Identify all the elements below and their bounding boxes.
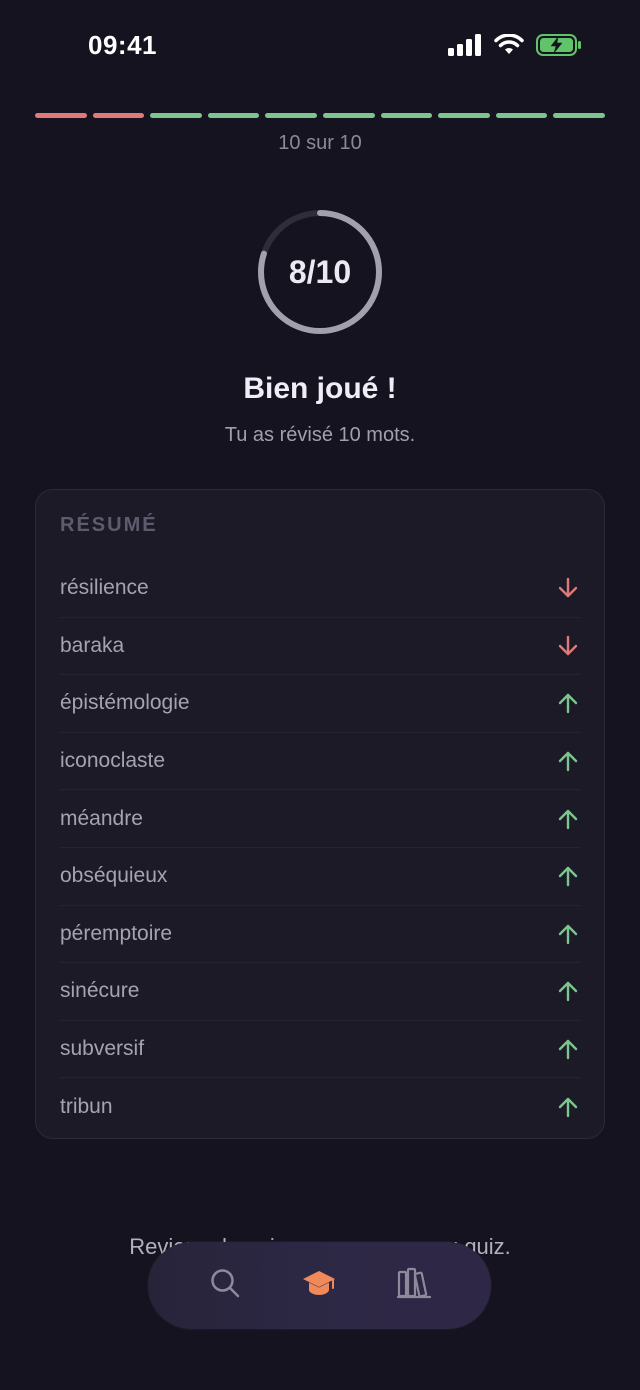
arrow-up-icon xyxy=(556,1095,580,1119)
summary-word: tribun xyxy=(60,1095,113,1119)
wifi-icon xyxy=(494,33,524,61)
status-bar: 09:41 xyxy=(0,0,640,96)
arrow-up-icon xyxy=(556,922,580,946)
battery-charging-icon xyxy=(536,34,582,61)
arrow-down-icon xyxy=(556,634,580,658)
status-icons xyxy=(448,33,582,61)
arrow-up-icon xyxy=(556,1037,580,1061)
summary-word: obséquieux xyxy=(60,864,168,888)
progress-segment xyxy=(380,113,433,118)
nav-search-button[interactable] xyxy=(195,1256,255,1316)
progress-label: 10 sur 10 xyxy=(278,132,362,154)
progress-segment xyxy=(553,113,605,118)
summary-row: péremptoire xyxy=(60,906,580,964)
progress-segment xyxy=(438,113,490,118)
summary-row: iconoclaste xyxy=(60,733,580,791)
summary-row: sinécure xyxy=(60,963,580,1021)
search-icon xyxy=(209,1267,241,1304)
graduation-cap-icon xyxy=(301,1267,337,1304)
arrow-up-icon xyxy=(556,691,580,715)
summary-row: subversif xyxy=(60,1021,580,1079)
summary-row: tribun xyxy=(60,1078,580,1136)
summary-row: résilience xyxy=(60,560,580,618)
summary-row: méandre xyxy=(60,790,580,848)
summary-row: épistémologie xyxy=(60,675,580,733)
arrow-down-icon xyxy=(556,576,580,600)
result-subline: Tu as révisé 10 mots. xyxy=(224,424,416,446)
arrow-up-icon xyxy=(556,807,580,831)
summary-card: RÉSUMÉ résilience baraka épistémologie icon… xyxy=(35,489,605,1139)
summary-word: méandre xyxy=(60,806,143,830)
summary-word: iconoclaste xyxy=(60,749,166,773)
summary-word: baraka xyxy=(60,633,125,657)
progress-segment xyxy=(495,113,548,118)
arrow-up-icon xyxy=(556,979,580,1003)
nav-library-button[interactable] xyxy=(384,1256,444,1316)
signal-icon xyxy=(448,34,482,61)
progress-segment xyxy=(322,113,375,118)
summary-word: péremptoire xyxy=(60,921,173,945)
summary-row: obséquieux xyxy=(60,848,580,906)
progress-segment xyxy=(35,113,87,118)
summary-list: résilience baraka épistémologie iconoclaste… xyxy=(60,560,580,1136)
progress-segment xyxy=(92,113,145,118)
progress-segment xyxy=(265,113,317,118)
score-ring: 8/10 xyxy=(256,208,384,336)
summary-word: sinécure xyxy=(60,979,140,1003)
summary-word: subversif xyxy=(60,1037,145,1061)
arrow-up-icon xyxy=(556,864,580,888)
progress-segment xyxy=(207,113,260,118)
result-headline: Bien joué ! xyxy=(243,372,397,405)
books-icon xyxy=(396,1267,431,1304)
progress-segment xyxy=(150,113,202,118)
bottom-nav xyxy=(148,1242,491,1329)
summary-row: baraka xyxy=(60,618,580,676)
score-text: 8/10 xyxy=(288,253,352,290)
nav-learn-button[interactable] xyxy=(289,1256,349,1316)
quiz-progress-bar xyxy=(35,113,605,118)
summary-heading: RÉSUMÉ xyxy=(60,514,158,536)
arrow-up-icon xyxy=(556,749,580,773)
status-time: 09:41 xyxy=(88,30,157,60)
summary-word: épistémologie xyxy=(60,691,190,715)
summary-word: résilience xyxy=(60,576,149,600)
